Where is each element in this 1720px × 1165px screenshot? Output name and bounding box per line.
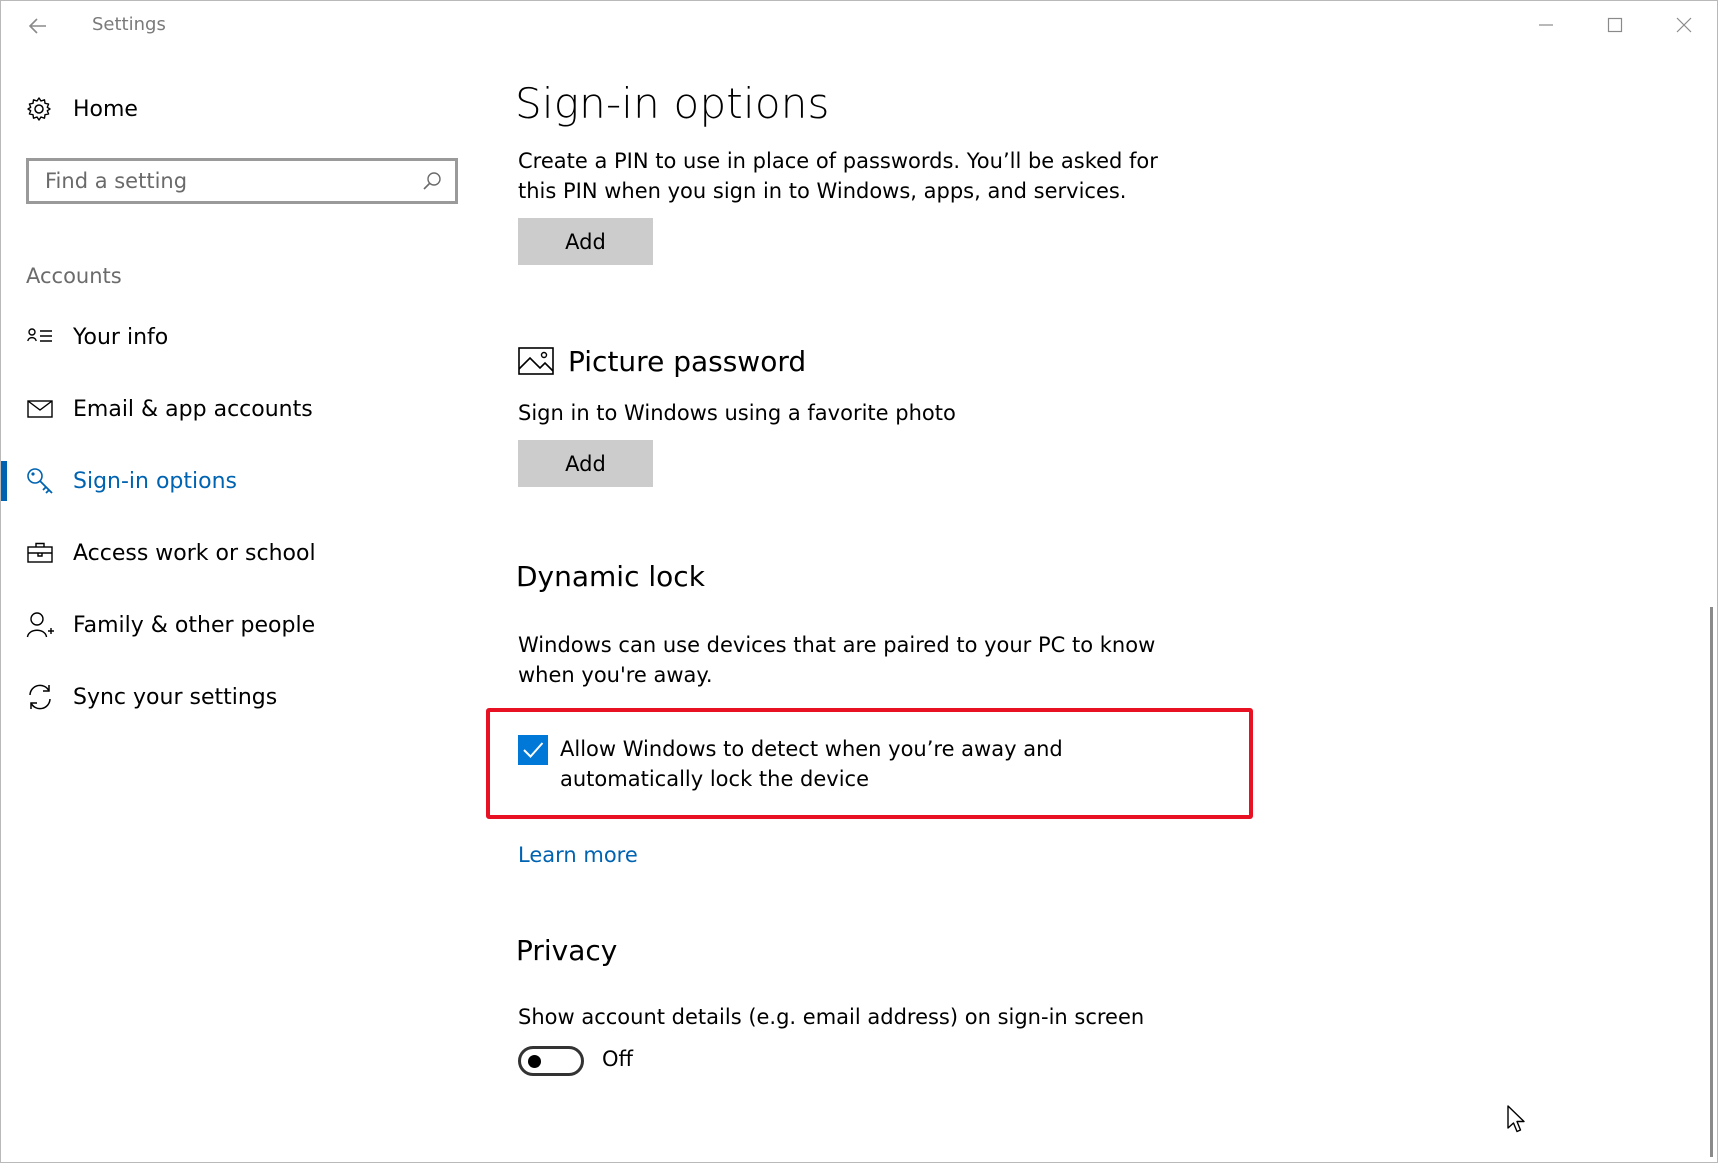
sidebar-item-label: Sign-in options xyxy=(73,468,238,494)
toggle-knob xyxy=(528,1055,541,1068)
page-title: Sign-in options xyxy=(515,79,830,128)
selection-indicator xyxy=(1,461,7,501)
picture-password-description: Sign in to Windows using a favorite phot… xyxy=(518,401,956,425)
privacy-description: Show account details (e.g. email address… xyxy=(518,1005,1145,1029)
sidebar-item-family-other-people[interactable]: Family & other people xyxy=(1,597,481,653)
learn-more-link[interactable]: Learn more xyxy=(518,843,638,867)
sidebar-item-sync-your-settings[interactable]: Sync your settings xyxy=(1,669,481,725)
back-button[interactable] xyxy=(21,9,55,43)
nav-home[interactable]: Home xyxy=(25,89,138,129)
maximize-button[interactable] xyxy=(1582,1,1648,49)
back-arrow-icon xyxy=(28,18,46,34)
settings-window: Settings Home Accounts xyxy=(0,0,1718,1163)
sidebar-item-your-info[interactable]: Your info xyxy=(1,309,481,365)
close-button[interactable] xyxy=(1651,1,1717,49)
title-bar: Settings xyxy=(1,1,1717,51)
vertical-scrollbar[interactable] xyxy=(1709,1,1717,1162)
sidebar-item-access-work-or-school[interactable]: Access work or school xyxy=(1,525,481,581)
mail-icon xyxy=(25,394,55,424)
add-picture-password-button[interactable]: Add xyxy=(518,440,653,487)
window-title: Settings xyxy=(92,14,166,35)
nav-home-label: Home xyxy=(73,96,138,122)
dynamic-lock-checkbox[interactable] xyxy=(518,735,548,765)
dynamic-lock-description: Windows can use devices that are paired … xyxy=(518,633,1156,687)
minimize-button[interactable] xyxy=(1513,1,1579,49)
sidebar-item-label: Sync your settings xyxy=(73,684,278,710)
gear-icon xyxy=(25,95,53,123)
person-card-icon xyxy=(25,322,55,352)
account-details-toggle[interactable] xyxy=(518,1046,584,1076)
sidebar-item-label: Your info xyxy=(73,324,169,350)
picture-icon xyxy=(518,346,554,376)
briefcase-icon xyxy=(25,538,55,568)
section-label-accounts: Accounts xyxy=(26,264,122,288)
search-input[interactable] xyxy=(43,168,415,194)
dynamic-lock-checkbox-label[interactable]: Allow Windows to detect when you’re away… xyxy=(560,734,1200,794)
add-pin-button[interactable]: Add xyxy=(518,218,653,265)
sidebar-item-label: Email & app accounts xyxy=(73,396,313,422)
close-icon xyxy=(1676,17,1692,33)
key-icon xyxy=(25,466,55,496)
dynamic-lock-heading: Dynamic lock xyxy=(516,560,705,593)
mouse-cursor-icon xyxy=(1507,1105,1525,1133)
picture-password-header: Picture password xyxy=(518,341,806,381)
toggle-state-label: Off xyxy=(602,1047,633,1071)
checkmark-icon xyxy=(523,742,544,758)
maximize-icon xyxy=(1607,17,1623,33)
person-add-icon xyxy=(25,610,55,640)
sidebar-item-email-app-accounts[interactable]: Email & app accounts xyxy=(1,381,481,437)
search-icon[interactable] xyxy=(415,164,449,198)
minimize-icon xyxy=(1539,24,1553,26)
search-box[interactable] xyxy=(26,158,458,204)
sidebar-item-label: Family & other people xyxy=(73,612,316,638)
sidebar-item-label: Access work or school xyxy=(73,540,316,566)
privacy-heading: Privacy xyxy=(516,934,618,967)
scrollbar-thumb[interactable] xyxy=(1710,607,1713,1157)
sync-icon xyxy=(25,682,55,712)
sidebar-item-sign-in-options[interactable]: Sign-in options xyxy=(1,453,481,509)
pin-description: Create a PIN to use in place of password… xyxy=(518,149,1158,203)
picture-password-heading: Picture password xyxy=(568,344,807,378)
